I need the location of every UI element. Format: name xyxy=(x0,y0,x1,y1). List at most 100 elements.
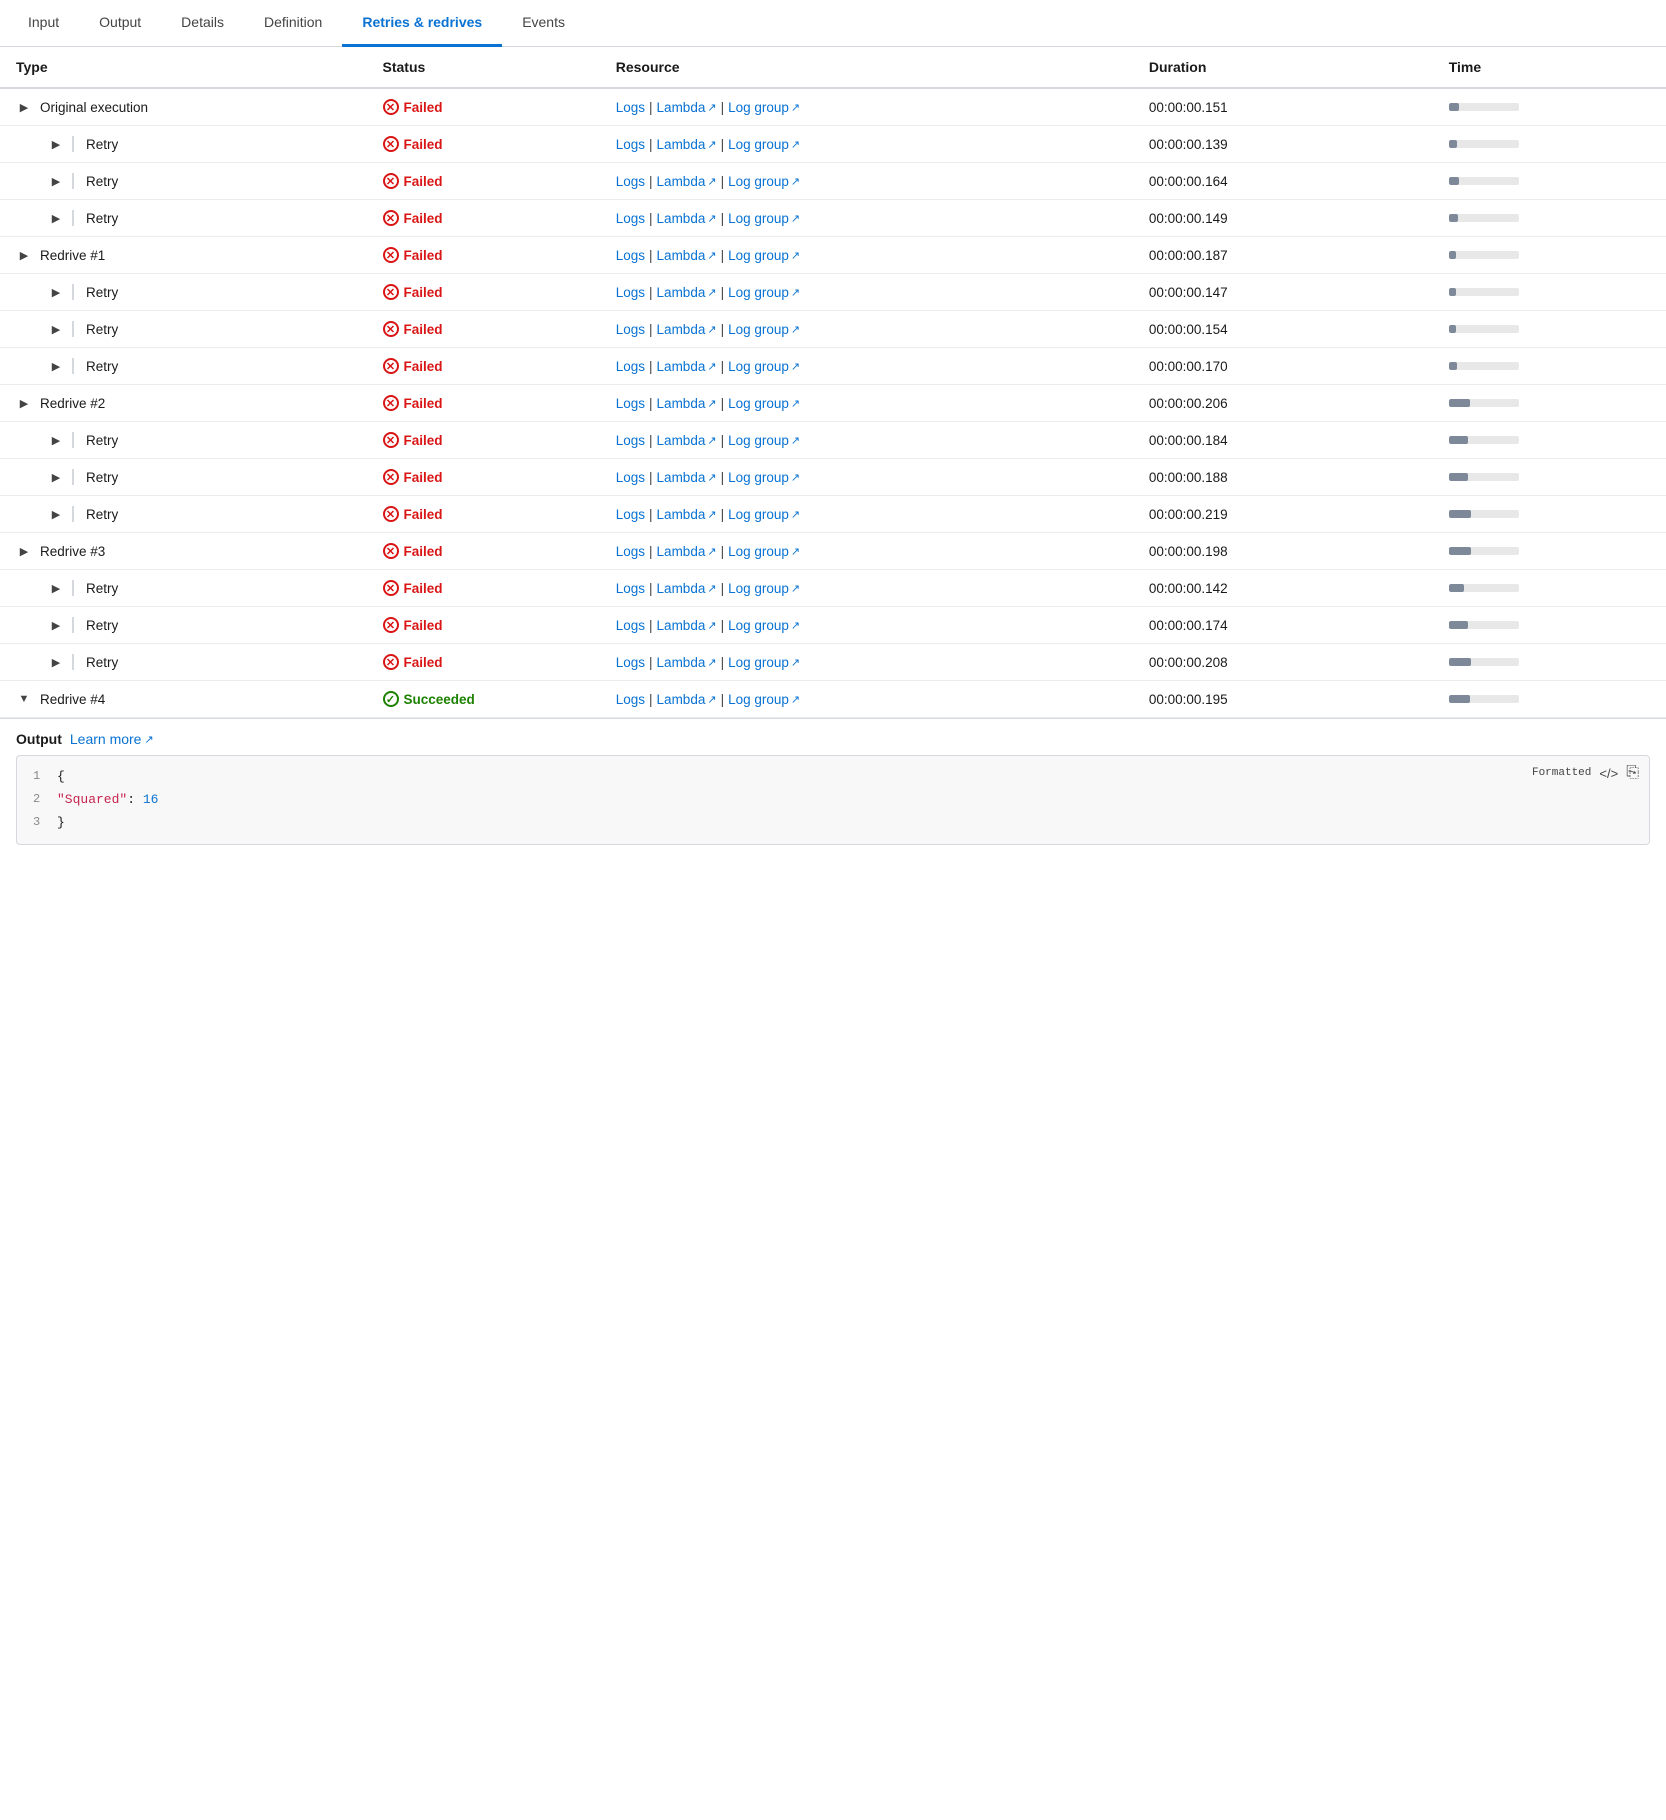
logs-link[interactable]: Logs xyxy=(616,137,645,152)
expand-icon[interactable]: ▶ xyxy=(48,136,64,152)
failed-icon: ✕ xyxy=(383,543,399,559)
log-group-link[interactable]: Log group ↗ xyxy=(728,100,800,115)
time-bar xyxy=(1449,399,1650,407)
logs-link[interactable]: Logs xyxy=(616,618,645,633)
format-toggle-button[interactable]: </> xyxy=(1599,766,1618,781)
lambda-link[interactable]: Lambda ↗ xyxy=(657,618,717,633)
lambda-link[interactable]: Lambda ↗ xyxy=(657,359,717,374)
logs-link[interactable]: Logs xyxy=(616,581,645,596)
logs-link[interactable]: Logs xyxy=(616,692,645,707)
expand-icon[interactable]: ▶ xyxy=(48,654,64,670)
log-group-link[interactable]: Log group ↗ xyxy=(728,433,800,448)
duration-value: 00:00:00.174 xyxy=(1133,607,1433,644)
tab-definition[interactable]: Definition xyxy=(244,0,342,47)
status-failed: ✕Failed xyxy=(383,210,584,226)
log-group-link[interactable]: Log group ↗ xyxy=(728,507,800,522)
lambda-link[interactable]: Lambda ↗ xyxy=(657,322,717,337)
log-group-link[interactable]: Log group ↗ xyxy=(728,174,800,189)
logs-link[interactable]: Logs xyxy=(616,433,645,448)
learn-more-link[interactable]: Learn more ↗ xyxy=(70,731,154,747)
logs-link[interactable]: Logs xyxy=(616,174,645,189)
status-label: Failed xyxy=(404,433,443,448)
duration-value: 00:00:00.188 xyxy=(1133,459,1433,496)
logs-link[interactable]: Logs xyxy=(616,544,645,559)
log-group-link[interactable]: Log group ↗ xyxy=(728,544,800,559)
lambda-link[interactable]: Lambda ↗ xyxy=(657,285,717,300)
lambda-link[interactable]: Lambda ↗ xyxy=(657,396,717,411)
time-bar-track xyxy=(1449,547,1519,555)
lambda-link[interactable]: Lambda ↗ xyxy=(657,544,717,559)
lambda-link[interactable]: Lambda ↗ xyxy=(657,507,717,522)
tab-events[interactable]: Events xyxy=(502,0,585,47)
log-group-link[interactable]: Log group ↗ xyxy=(728,285,800,300)
expand-icon[interactable]: ▶ xyxy=(48,321,64,337)
log-group-link[interactable]: Log group ↗ xyxy=(728,692,800,707)
resource-links: Logs | Lambda ↗ | Log group ↗ xyxy=(616,248,1117,263)
table-row: ▶Retry✕FailedLogs | Lambda ↗ | Log group… xyxy=(0,126,1666,163)
expand-icon[interactable]: ▶ xyxy=(48,469,64,485)
lambda-link[interactable]: Lambda ↗ xyxy=(657,433,717,448)
tab-input[interactable]: Input xyxy=(8,0,79,47)
log-group-link[interactable]: Log group ↗ xyxy=(728,137,800,152)
expand-icon[interactable]: ▶ xyxy=(16,247,32,263)
logs-link[interactable]: Logs xyxy=(616,396,645,411)
lambda-link[interactable]: Lambda ↗ xyxy=(657,100,717,115)
expand-icon[interactable]: ▶ xyxy=(48,506,64,522)
lambda-link[interactable]: Lambda ↗ xyxy=(657,174,717,189)
tab-details[interactable]: Details xyxy=(161,0,244,47)
log-group-link[interactable]: Log group ↗ xyxy=(728,470,800,485)
status-failed: ✕Failed xyxy=(383,173,584,189)
lambda-link[interactable]: Lambda ↗ xyxy=(657,692,717,707)
logs-link[interactable]: Logs xyxy=(616,470,645,485)
logs-link[interactable]: Logs xyxy=(616,211,645,226)
logs-link[interactable]: Logs xyxy=(616,322,645,337)
expand-icon[interactable]: ▶ xyxy=(16,543,32,559)
resource-links: Logs | Lambda ↗ | Log group ↗ xyxy=(616,433,1117,448)
logs-link[interactable]: Logs xyxy=(616,655,645,670)
tab-retries[interactable]: Retries & redrives xyxy=(342,0,502,47)
logs-link[interactable]: Logs xyxy=(616,507,645,522)
table-row: ▶Retry✕FailedLogs | Lambda ↗ | Log group… xyxy=(0,163,1666,200)
external-icon: ↗ xyxy=(707,508,716,521)
lambda-link[interactable]: Lambda ↗ xyxy=(657,248,717,263)
expand-icon[interactable]: ▶ xyxy=(48,432,64,448)
logs-link[interactable]: Logs xyxy=(616,359,645,374)
separator: | xyxy=(721,396,725,411)
status-label: Failed xyxy=(404,285,443,300)
expand-icon[interactable]: ▶ xyxy=(48,284,64,300)
log-group-link[interactable]: Log group ↗ xyxy=(728,655,800,670)
lambda-link[interactable]: Lambda ↗ xyxy=(657,137,717,152)
copy-icon[interactable]: ⎘ xyxy=(1626,764,1639,782)
duration-value: 00:00:00.154 xyxy=(1133,311,1433,348)
expand-icon[interactable]: ▶ xyxy=(48,173,64,189)
time-bar xyxy=(1449,103,1650,111)
log-group-link[interactable]: Log group ↗ xyxy=(728,248,800,263)
lambda-link[interactable]: Lambda ↗ xyxy=(657,211,717,226)
log-group-link[interactable]: Log group ↗ xyxy=(728,396,800,411)
log-group-link[interactable]: Log group ↗ xyxy=(728,359,800,374)
tab-output[interactable]: Output xyxy=(79,0,161,47)
lambda-link[interactable]: Lambda ↗ xyxy=(657,581,717,596)
log-group-link[interactable]: Log group ↗ xyxy=(728,618,800,633)
table-row: ▶Redrive #3✕FailedLogs | Lambda ↗ | Log … xyxy=(0,533,1666,570)
expand-icon[interactable]: ▶ xyxy=(48,580,64,596)
separator: | xyxy=(721,174,725,189)
collapse-icon[interactable]: ▼ xyxy=(16,691,32,707)
log-group-link[interactable]: Log group ↗ xyxy=(728,581,800,596)
logs-link[interactable]: Logs xyxy=(616,248,645,263)
type-label: Retry xyxy=(86,618,118,633)
duration-value: 00:00:00.198 xyxy=(1133,533,1433,570)
expand-icon[interactable]: ▶ xyxy=(48,210,64,226)
log-group-link[interactable]: Log group ↗ xyxy=(728,322,800,337)
external-icon: ↗ xyxy=(707,212,716,225)
lambda-link[interactable]: Lambda ↗ xyxy=(657,470,717,485)
logs-link[interactable]: Logs xyxy=(616,285,645,300)
line-number: 2 xyxy=(33,790,57,811)
expand-icon[interactable]: ▶ xyxy=(16,395,32,411)
lambda-link[interactable]: Lambda ↗ xyxy=(657,655,717,670)
expand-icon[interactable]: ▶ xyxy=(48,617,64,633)
logs-link[interactable]: Logs xyxy=(616,100,645,115)
log-group-link[interactable]: Log group ↗ xyxy=(728,211,800,226)
expand-icon[interactable]: ▶ xyxy=(48,358,64,374)
expand-icon[interactable]: ▶ xyxy=(16,99,32,115)
